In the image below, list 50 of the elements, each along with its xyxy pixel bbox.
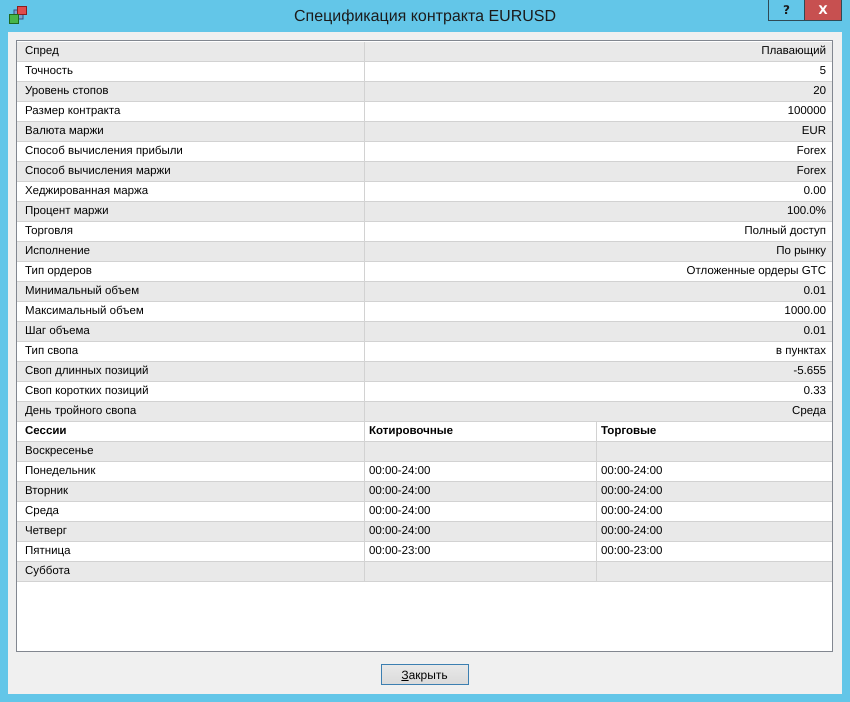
table-cell: Вторник	[17, 482, 365, 502]
property-name-cell: Спред	[17, 42, 365, 62]
property-name-cell: Минимальный объем	[17, 282, 365, 302]
property-value-cell: Forex	[365, 162, 832, 182]
table-cell: 00:00-24:00	[365, 522, 597, 542]
table-cell: 00:00-24:00	[365, 462, 597, 482]
property-value-cell: 0.01	[365, 322, 832, 342]
property-name-cell: Шаг объема	[17, 322, 365, 342]
help-button[interactable]: ?	[768, 0, 804, 21]
property-value-cell: 20	[365, 82, 832, 102]
property-value-cell: Среда	[365, 402, 832, 422]
table-cell: Среда	[17, 502, 365, 522]
property-name-cell: Способ вычисления прибыли	[17, 142, 365, 162]
stacked-blocks-icon	[9, 6, 27, 24]
column-header: Сессии	[17, 422, 365, 442]
property-name-cell: Размер контракта	[17, 102, 365, 122]
property-name-cell: Исполнение	[17, 242, 365, 262]
table-cell: Понедельник	[17, 462, 365, 482]
table-cell: Воскресенье	[17, 442, 365, 462]
property-name-cell: Своп коротких позиций	[17, 382, 365, 402]
window-title: Спецификация контракта EURUSD	[294, 7, 556, 26]
property-name-cell: Уровень стопов	[17, 82, 365, 102]
table-cell: Суббота	[17, 562, 365, 582]
column-header: Котировочные	[365, 422, 597, 442]
property-name-cell: Тип свопа	[17, 342, 365, 362]
property-value-cell: 0.01	[365, 282, 832, 302]
table-cell: 00:00-23:00	[365, 542, 597, 562]
property-value-cell: По рынку	[365, 242, 832, 262]
property-value-cell: -5.655	[365, 362, 832, 382]
table-cell: 00:00-24:00	[365, 502, 597, 522]
property-name-cell: Максимальный объем	[17, 302, 365, 322]
table-cell: Пятница	[17, 542, 365, 562]
property-name-cell: День тройного свопа	[17, 402, 365, 422]
property-value-cell: Плавающий	[365, 42, 832, 62]
property-name-cell: Своп длинных позиций	[17, 362, 365, 382]
property-name-cell: Валюта маржи	[17, 122, 365, 142]
property-value-cell: EUR	[365, 122, 832, 142]
property-name-cell: Тип ордеров	[17, 262, 365, 282]
property-value-cell: 100.0%	[365, 202, 832, 222]
table-cell: 00:00-24:00	[597, 482, 832, 502]
table-cell: 00:00-24:00	[597, 522, 832, 542]
property-name-cell: Хеджированная маржа	[17, 182, 365, 202]
property-name-cell: Торговля	[17, 222, 365, 242]
close-dialog-button[interactable]: Закрыть	[380, 664, 468, 685]
property-name-cell: Процент маржи	[17, 202, 365, 222]
close-button[interactable]: X	[804, 0, 842, 21]
table-cell: Четверг	[17, 522, 365, 542]
property-name-cell: Способ вычисления маржи	[17, 162, 365, 182]
table-cell: 00:00-24:00	[365, 482, 597, 502]
property-name-cell: Точность	[17, 62, 365, 82]
